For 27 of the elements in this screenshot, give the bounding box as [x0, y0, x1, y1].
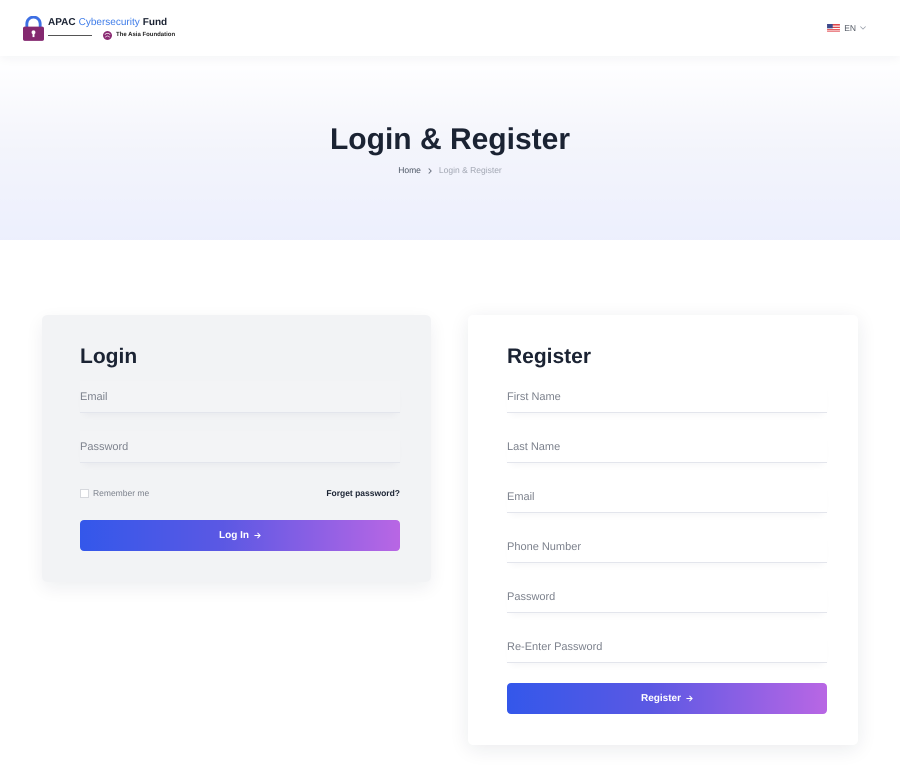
round-emblem-icon — [103, 30, 112, 40]
arrow-right-icon — [686, 695, 693, 702]
chevron-right-icon — [428, 168, 432, 174]
remember-me-label: Remember me — [93, 488, 150, 498]
input-field[interactable]: Password — [507, 581, 827, 613]
forgot-password-link[interactable]: Forget password? — [326, 488, 400, 498]
language-selector[interactable]: EN — [827, 21, 866, 35]
padlock-icon — [23, 16, 44, 40]
register-title: Register — [507, 344, 592, 370]
logo-title: APAC Cybersecurity Fund — [48, 16, 168, 28]
caret-icon — [860, 26, 866, 30]
input-field[interactable]: Password — [80, 431, 400, 463]
remember-checkbox[interactable] — [80, 488, 89, 498]
arrow-right-icon — [254, 532, 261, 539]
input-field[interactable]: Phone Number — [507, 531, 827, 563]
breadcrumb-current: Login & Register — [438, 165, 502, 176]
input-field[interactable]: Re-Enter Password — [507, 631, 827, 663]
register-button[interactable]: Register — [507, 683, 827, 714]
input-field[interactable]: Last Name — [507, 431, 827, 463]
input-field[interactable]: Email — [507, 481, 827, 513]
login-title: Login — [80, 344, 138, 370]
input-field[interactable]: First Name — [507, 381, 827, 413]
page-title: Login & Register — [330, 122, 570, 158]
input-field[interactable]: Email — [80, 381, 400, 413]
breadcrumb-link[interactable]: Home — [398, 165, 421, 176]
login-button[interactable]: Log In — [80, 520, 400, 551]
flag-icon — [827, 24, 840, 32]
